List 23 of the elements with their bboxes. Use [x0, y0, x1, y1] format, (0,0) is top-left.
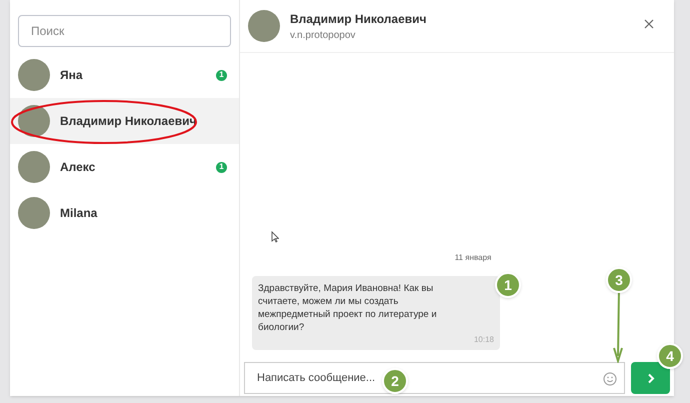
contact-item[interactable]: Владимир Николаевич — [10, 98, 239, 144]
contact-name: Алекс — [60, 159, 96, 176]
message-time: 10:18 — [474, 334, 494, 346]
date-label: 11 января — [454, 252, 492, 264]
contact-name: Milana — [60, 205, 98, 222]
avatar-photo — [18, 151, 50, 183]
contact-name: Яна — [60, 67, 84, 84]
search-field[interactable]: Поиск — [18, 15, 231, 47]
avatar-photo — [18, 197, 50, 229]
message-text: Здравствуйте, Мария Ивановна! Как вы считаете, можем ли мы создать межпредметный проект по литературе и биологии? — [258, 282, 438, 334]
chat-name: Владимир Николаевич — [290, 10, 428, 28]
chevron-right-icon — [646, 372, 654, 384]
chat-username: v.n.protopopov — [290, 28, 356, 42]
avatar-photo — [248, 10, 280, 42]
annotation-marker: 4 — [657, 343, 683, 369]
contact-name: Владимир Николаевич — [60, 113, 198, 130]
cursor-icon — [271, 231, 279, 243]
send-button[interactable] — [631, 362, 670, 394]
unread-count: 1 — [216, 162, 227, 172]
avatar-photo — [18, 59, 50, 91]
smiley-icon[interactable] — [603, 372, 617, 386]
close-icon[interactable] — [644, 19, 654, 29]
unread-count: 1 — [216, 70, 227, 80]
